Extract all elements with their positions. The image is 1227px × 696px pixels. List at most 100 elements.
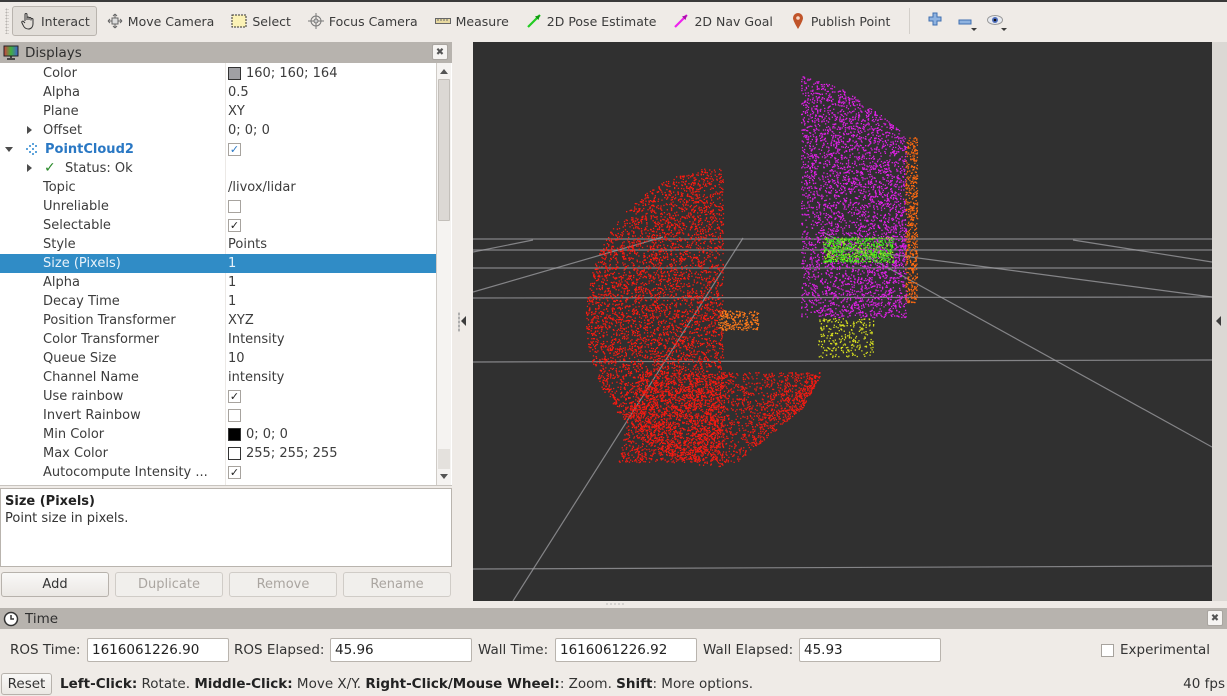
ros-time-field[interactable]: 1616061226.90 bbox=[87, 638, 229, 662]
property-value[interactable]: Intensity bbox=[228, 332, 285, 347]
add-button[interactable]: Add bbox=[1, 572, 109, 597]
expand-arrow-icon[interactable] bbox=[27, 164, 32, 172]
scroll-down-icon[interactable] bbox=[440, 474, 448, 479]
property-value[interactable] bbox=[228, 200, 241, 213]
property-value[interactable]: Points bbox=[228, 237, 267, 252]
color-swatch[interactable] bbox=[228, 428, 241, 441]
property-row[interactable]: PointCloud2 ✓ bbox=[0, 140, 436, 159]
property-value[interactable]: ✓ bbox=[228, 143, 241, 156]
toolbar-separator bbox=[909, 8, 911, 34]
horizontal-splitter[interactable] bbox=[0, 601, 1227, 608]
property-row[interactable]: Plane XY bbox=[0, 102, 436, 121]
tool-publish-point[interactable]: Publish Point bbox=[782, 6, 898, 36]
tool-move-camera[interactable]: Move Camera bbox=[99, 6, 222, 36]
property-checkbox[interactable]: ✓ bbox=[228, 390, 241, 403]
experimental-toggle[interactable]: Experimental bbox=[1101, 642, 1210, 658]
property-checkbox[interactable]: ✓ bbox=[228, 466, 241, 479]
property-checkbox[interactable] bbox=[228, 409, 241, 422]
scroll-up-icon[interactable] bbox=[440, 69, 448, 74]
scroll-thumb[interactable] bbox=[438, 79, 450, 221]
color-swatch[interactable] bbox=[228, 67, 241, 80]
property-row[interactable]: Autocompute Intensity ... ✓ bbox=[0, 463, 436, 482]
property-row[interactable]: Use rainbow ✓ bbox=[0, 387, 436, 406]
property-value-text: Points bbox=[228, 237, 268, 252]
property-name: Color Transformer bbox=[43, 332, 160, 347]
visibility-tool-button[interactable] bbox=[980, 6, 1010, 36]
remove-button[interactable]: Remove bbox=[229, 572, 337, 597]
close-displays-button[interactable]: ✖ bbox=[432, 44, 448, 60]
tool-focus-camera[interactable]: Focus Camera bbox=[300, 6, 425, 36]
collapse-left-icon[interactable] bbox=[461, 316, 466, 326]
display-property-tree: Color 160; 160; 164 Alpha 0.5 Plane XY Offset 0… bbox=[0, 63, 452, 486]
property-value[interactable]: XY bbox=[228, 104, 245, 119]
property-row[interactable]: Topic/livox/lidar bbox=[0, 178, 436, 197]
property-row[interactable]: Queue Size 10 bbox=[0, 349, 436, 368]
property-value[interactable]: 255; 255; 255 bbox=[228, 446, 337, 461]
focus-camera-icon bbox=[307, 12, 325, 30]
tool-2d-nav-goal[interactable]: 2D Nav Goal bbox=[665, 6, 779, 36]
property-row[interactable]: Decay Time 1 bbox=[0, 292, 436, 311]
property-value[interactable]: 1 bbox=[228, 275, 236, 290]
property-row[interactable]: Size (Pixels) 1 bbox=[0, 254, 436, 273]
property-row[interactable]: ✓ Status: Ok bbox=[0, 159, 436, 178]
property-value[interactable]: intensity bbox=[228, 370, 284, 385]
property-value[interactable]: ✓ bbox=[228, 219, 241, 232]
property-value[interactable]: /livox/lidar bbox=[228, 180, 296, 195]
property-value[interactable]: 160; 160; 164 bbox=[228, 66, 337, 81]
render-3d-view[interactable] bbox=[473, 42, 1212, 601]
tool-select[interactable]: Select bbox=[223, 6, 298, 36]
duplicate-button[interactable]: Duplicate bbox=[115, 572, 223, 597]
splitter-grip[interactable] bbox=[458, 312, 460, 332]
panel-splitter[interactable] bbox=[452, 42, 473, 602]
toolbar-grip[interactable] bbox=[5, 8, 9, 34]
add-tool-button[interactable] bbox=[920, 6, 950, 36]
property-value[interactable]: 1 bbox=[228, 256, 236, 271]
reset-button[interactable]: Reset bbox=[1, 673, 52, 695]
property-row[interactable]: Alpha 1 bbox=[0, 273, 436, 292]
rename-button[interactable]: Rename bbox=[343, 572, 451, 597]
property-value[interactable]: ✓ bbox=[228, 466, 241, 479]
color-swatch[interactable] bbox=[228, 447, 241, 460]
property-value[interactable]: ✓ bbox=[228, 390, 241, 403]
close-time-button[interactable]: ✖ bbox=[1207, 610, 1223, 626]
hint-key: Right-Click/Mouse Wheel: bbox=[365, 676, 560, 692]
property-row[interactable]: Min Color 0; 0; 0 bbox=[0, 425, 436, 444]
tool-2d-pose-estimate[interactable]: 2D Pose Estimate bbox=[518, 6, 664, 36]
property-row[interactable]: Color Transformer Intensity bbox=[0, 330, 436, 349]
property-checkbox[interactable]: ✓ bbox=[228, 219, 241, 232]
property-row[interactable]: Style Points bbox=[0, 235, 436, 254]
property-value[interactable]: XYZ bbox=[228, 313, 254, 328]
tool-interact[interactable]: Interact bbox=[12, 6, 97, 36]
property-value[interactable]: 0.5 bbox=[228, 85, 249, 100]
property-checkbox[interactable]: ✓ bbox=[228, 143, 241, 156]
wall-elapsed-field[interactable]: 45.93 bbox=[799, 638, 941, 662]
property-row[interactable]: Alpha 0.5 bbox=[0, 83, 436, 102]
remove-tool-button[interactable] bbox=[950, 6, 980, 36]
collapse-arrow-icon[interactable] bbox=[5, 147, 13, 152]
expand-arrow-icon[interactable] bbox=[27, 126, 32, 134]
wall-time-field[interactable]: 1616061226.92 bbox=[555, 638, 697, 662]
property-row[interactable]: Color 160; 160; 164 bbox=[0, 64, 436, 83]
tree-scrollbar[interactable] bbox=[436, 63, 451, 485]
property-row[interactable]: Selectable ✓ bbox=[0, 216, 436, 235]
property-value[interactable]: 0; 0; 0 bbox=[228, 427, 288, 442]
property-value[interactable]: 0; 0; 0 bbox=[228, 123, 270, 138]
property-value[interactable]: 10 bbox=[228, 351, 245, 366]
property-row[interactable]: Offset 0; 0; 0 bbox=[0, 121, 436, 140]
property-value[interactable] bbox=[228, 409, 241, 422]
property-value[interactable]: 1 bbox=[228, 294, 236, 309]
property-row[interactable]: Channel Name intensity bbox=[0, 368, 436, 387]
property-row[interactable]: Max Color 255; 255; 255 bbox=[0, 444, 436, 463]
experimental-checkbox[interactable] bbox=[1101, 643, 1114, 657]
ros-elapsed-field[interactable]: 45.96 bbox=[330, 638, 472, 662]
property-row[interactable]: Unreliable bbox=[0, 197, 436, 216]
property-checkbox[interactable] bbox=[228, 200, 241, 213]
property-row[interactable]: Position Transformer XYZ bbox=[0, 311, 436, 330]
collapse-right-icon[interactable] bbox=[1216, 316, 1221, 326]
right-splitter[interactable] bbox=[1212, 42, 1227, 602]
property-name: Size (Pixels) bbox=[43, 256, 121, 271]
tool-label: Focus Camera bbox=[328, 13, 418, 29]
property-row[interactable]: Invert Rainbow bbox=[0, 406, 436, 425]
splitter-grip[interactable] bbox=[605, 603, 625, 605]
tool-measure[interactable]: Measure bbox=[427, 6, 516, 36]
